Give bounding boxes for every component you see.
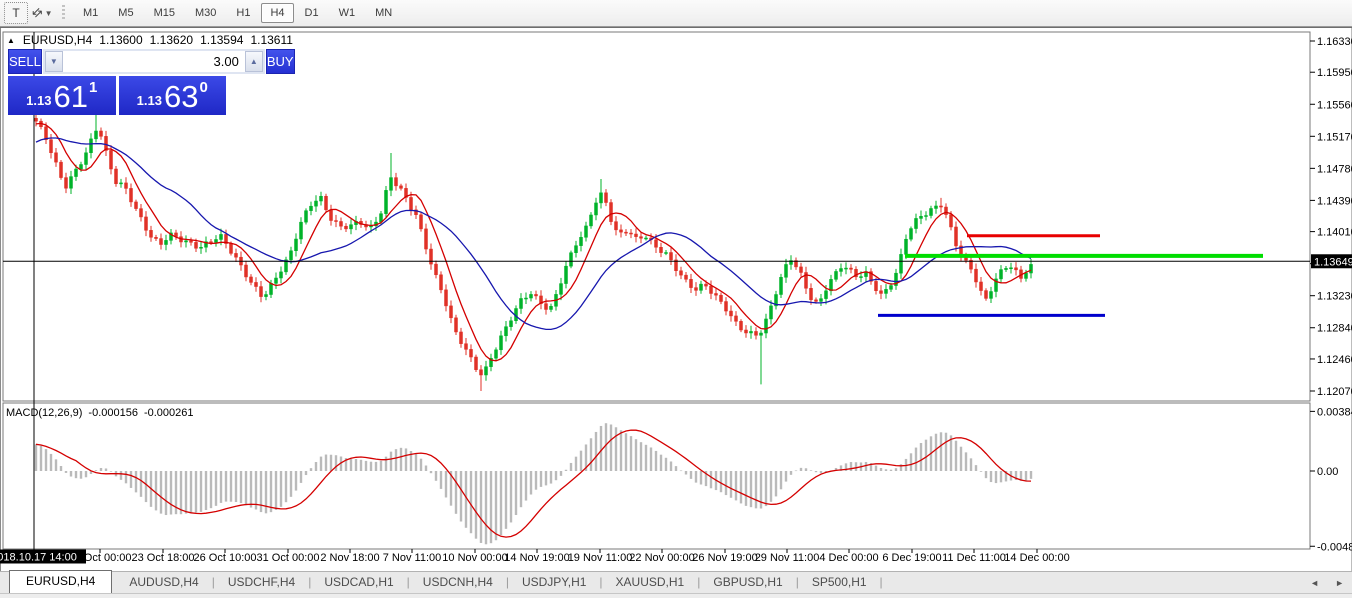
ohlc-open: 1.13600: [99, 33, 142, 47]
sell-button[interactable]: SELL: [8, 49, 42, 74]
toolbar-drag-handle[interactable]: [62, 5, 65, 21]
text-tool-button[interactable]: T: [4, 2, 28, 24]
svg-text:7 Nov 11:00: 7 Nov 11:00: [383, 552, 442, 564]
svg-text:23 Oct 18:00: 23 Oct 18:00: [132, 552, 195, 564]
macd-indicator-label: MACD(12,26,9) -0.000156 -0.000261: [6, 407, 194, 419]
diagonal-arrows-icon: ⇵: [28, 4, 45, 21]
svg-text:22 Nov 00:00: 22 Nov 00:00: [629, 552, 694, 564]
svg-text:1.14390: 1.14390: [1317, 195, 1352, 207]
timeframe-button-h1[interactable]: H1: [227, 3, 259, 23]
one-click-trading-panel: SELL ▼ ▲ BUY 1.13 61: [8, 49, 226, 115]
svg-text:26 Oct 10:00: 26 Oct 10:00: [194, 552, 257, 564]
chevron-down-icon: ▼: [45, 9, 53, 18]
svg-text:31 Oct 00:00: 31 Oct 00:00: [257, 552, 320, 564]
chart-tab-usdchf[interactable]: USDCHF,H4: [216, 572, 307, 593]
tab-scroll-right-icon[interactable]: ►: [1335, 578, 1344, 588]
triangle-down-icon: ▼: [50, 57, 58, 66]
toolbar: T ⇵ ▼ M1M5M15M30H1H4D1W1MN: [0, 0, 1352, 27]
tab-separator: |: [879, 575, 884, 589]
volume-decrease-button[interactable]: ▼: [45, 51, 63, 72]
tab-scroll-controls: ◄ ►: [1310, 578, 1344, 588]
svg-text:14 Nov 19:00: 14 Nov 19:00: [504, 552, 569, 564]
chart-title: ▲ EURUSD,H4 1.13600 1.13620 1.13594 1.13…: [7, 33, 293, 47]
chart-tab-audusd[interactable]: AUDUSD,H4: [117, 572, 210, 593]
svg-text:-0.004856: -0.004856: [1317, 541, 1352, 553]
sell-button-label: SELL: [9, 54, 41, 69]
timeframe-button-m15[interactable]: M15: [145, 3, 184, 23]
panel-collapse-icon[interactable]: ▲: [7, 36, 15, 45]
buy-price-point: 0: [199, 79, 207, 96]
svg-text:1.15950: 1.15950: [1317, 67, 1352, 79]
svg-text:0.003847: 0.003847: [1317, 406, 1352, 418]
svg-text:1.12840: 1.12840: [1317, 323, 1352, 335]
chart-tab-usdcad[interactable]: USDCAD,H1: [312, 572, 405, 593]
svg-text:1.15170: 1.15170: [1317, 131, 1352, 143]
macd-main-value: -0.000156: [88, 407, 138, 419]
timeframe-button-d1[interactable]: D1: [296, 3, 328, 23]
chart-tab-usdcnh[interactable]: USDCNH,H4: [411, 572, 505, 593]
tab-scroll-left-icon[interactable]: ◄: [1310, 578, 1319, 588]
svg-text:29 Nov 11:00: 29 Nov 11:00: [755, 552, 820, 564]
trading-terminal: T ⇵ ▼ M1M5M15M30H1H4D1W1MN 1.16330 1.1595…: [0, 0, 1352, 598]
svg-text:1.12070: 1.12070: [1317, 386, 1352, 398]
timeframe-button-m1[interactable]: M1: [74, 3, 107, 23]
sell-price-pips: 61: [53, 81, 87, 112]
volume-control: ▼ ▲: [43, 49, 265, 74]
ohlc-low: 1.13594: [200, 33, 243, 47]
chart-tab-sp500[interactable]: SP500,H1: [800, 572, 879, 593]
timeframe-button-m30[interactable]: M30: [186, 3, 225, 23]
buy-price-pips: 63: [164, 81, 198, 112]
svg-text:2 Nov 18:00: 2 Nov 18:00: [320, 552, 379, 564]
svg-text:10 Nov 00:00: 10 Nov 00:00: [442, 552, 507, 564]
chart-tab-eurusd[interactable]: EURUSD,H4: [9, 570, 112, 593]
buy-button-label: BUY: [267, 54, 294, 69]
sell-price-point: 1: [89, 79, 97, 96]
svg-text:11 Dec 11:00: 11 Dec 11:00: [942, 552, 1006, 564]
text-tool-icon: T: [12, 6, 19, 20]
buy-button[interactable]: BUY: [266, 49, 295, 74]
svg-text:1.14780: 1.14780: [1317, 163, 1352, 175]
volume-input[interactable]: [63, 51, 245, 72]
timeframe-button-m5[interactable]: M5: [109, 3, 142, 23]
svg-text:4 Dec 00:00: 4 Dec 00:00: [819, 552, 878, 564]
chart-tab-gbpusd[interactable]: GBPUSD,H1: [701, 572, 794, 593]
macd-name: MACD(12,26,9): [6, 407, 82, 419]
timeframe-button-h4[interactable]: H4: [261, 3, 293, 23]
svg-text:1.14010: 1.14010: [1317, 227, 1352, 239]
svg-text:1.13230: 1.13230: [1317, 291, 1352, 303]
timeframe-button-group: M1M5M15M30H1H4D1W1MN: [73, 3, 402, 23]
status-strip: [0, 593, 1352, 598]
chart-tab-usdjpy[interactable]: USDJPY,H1: [510, 572, 598, 593]
timeframe-button-mn[interactable]: MN: [366, 3, 401, 23]
svg-text:26 Nov 19:00: 26 Nov 19:00: [692, 552, 757, 564]
svg-text:19 Nov 11:00: 19 Nov 11:00: [568, 552, 633, 564]
timeframe-button-w1[interactable]: W1: [330, 3, 365, 23]
svg-text:6 Dec 19:00: 6 Dec 19:00: [882, 552, 941, 564]
sell-price-prefix: 1.13: [26, 93, 51, 108]
chart-window: 1.16330 1.15950 1.15560 1.15170 1.14780 1.143…: [0, 27, 1352, 598]
ohlc-high: 1.13620: [150, 33, 193, 47]
sell-price-tile[interactable]: 1.13 61 1: [8, 76, 116, 115]
svg-text:14 Dec 00:00: 14 Dec 00:00: [1004, 552, 1069, 564]
triangle-up-icon: ▲: [250, 57, 258, 66]
svg-text:1.13649: 1.13649: [1314, 256, 1352, 268]
buy-price-prefix: 1.13: [137, 93, 162, 108]
chart-symbol-label: EURUSD,H4: [23, 33, 92, 47]
svg-text:0.00: 0.00: [1317, 466, 1338, 478]
chart-tabs: EURUSD,H4AUDUSD,H4|USDCHF,H4|USDCAD,H1|U…: [0, 571, 1352, 593]
chart-tab-xauusd[interactable]: XAUUSD,H1: [604, 572, 697, 593]
volume-increase-button[interactable]: ▲: [245, 51, 263, 72]
ohlc-close: 1.13611: [250, 33, 293, 47]
svg-text:2018.10.17 14:00: 2018.10.17 14:00: [0, 552, 77, 564]
svg-text:1.12460: 1.12460: [1317, 354, 1352, 366]
svg-text:1.15560: 1.15560: [1317, 99, 1352, 111]
cursor-mode-button[interactable]: ⇵ ▼: [30, 2, 54, 24]
svg-text:1.16330: 1.16330: [1317, 36, 1352, 48]
macd-signal-value: -0.000261: [144, 407, 194, 419]
buy-price-tile[interactable]: 1.13 63 0: [119, 76, 227, 115]
